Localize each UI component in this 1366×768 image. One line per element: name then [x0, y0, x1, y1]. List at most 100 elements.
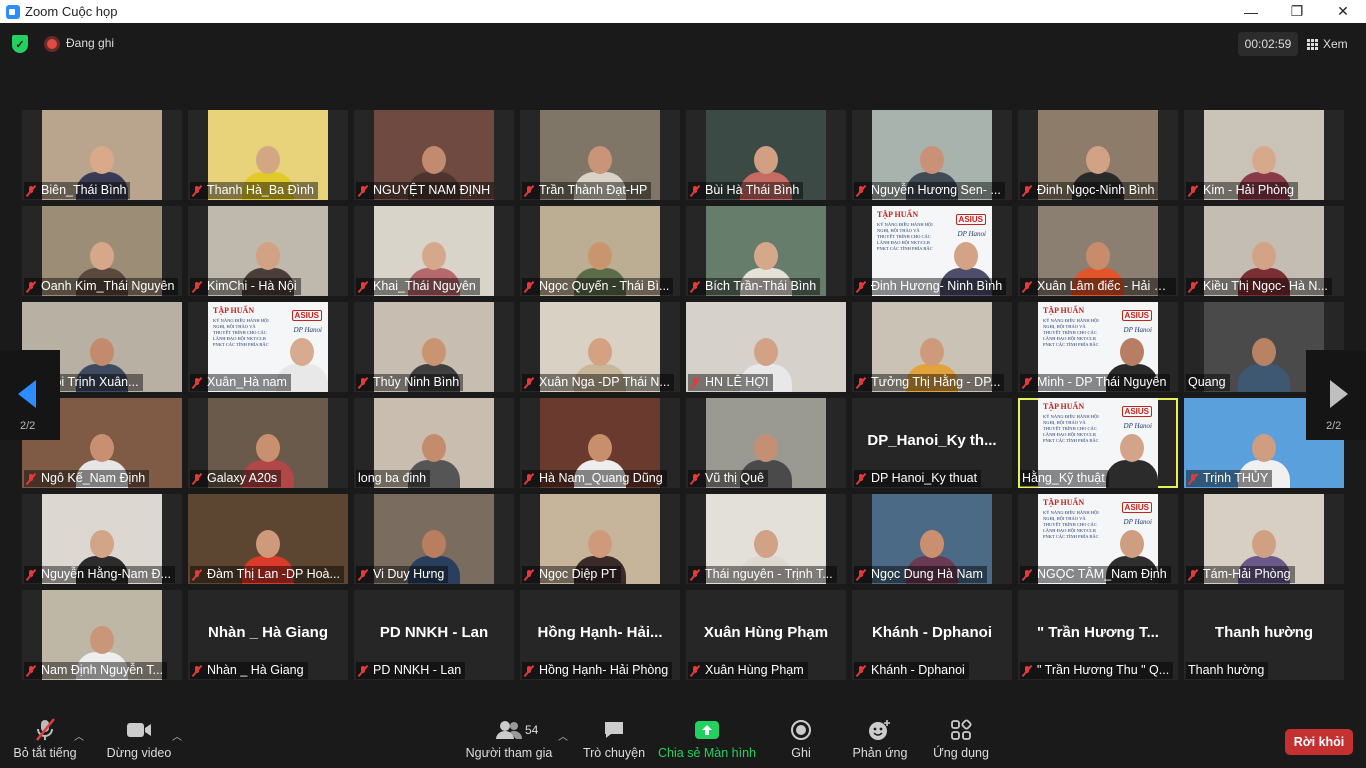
slide-logo: ASIUS: [291, 310, 322, 321]
participant-tile[interactable]: Vi Duy Hưng: [354, 494, 514, 584]
participant-head: [1252, 242, 1276, 270]
participant-tile[interactable]: Ngọc Diệp PT: [520, 494, 680, 584]
record-button[interactable]: Ghi: [786, 718, 816, 766]
restore-button[interactable]: ❐: [1274, 0, 1320, 23]
chat-label: Trò chuyện: [582, 746, 646, 760]
participant-tile[interactable]: Nhàn _ Hà Giang Nhàn _ Hà Giang: [188, 590, 348, 680]
participant-tile[interactable]: Nam Định Nguyễn T...: [22, 590, 182, 680]
recording-label[interactable]: Đang ghi: [66, 36, 114, 50]
participant-tile[interactable]: Nguyễn Hương Sen- ...: [852, 110, 1012, 200]
participant-tile[interactable]: Khai_Thái Nguyên: [354, 206, 514, 296]
participant-tile[interactable]: TẬP HUẤN KỸ NĂNG ĐIỀU HÀNH HỘI NGHỊ, HỘI …: [1018, 302, 1178, 392]
participant-tile[interactable]: Xuân Hùng Phạm Xuân Hùng Phạm: [686, 590, 846, 680]
participants-options-caret-icon[interactable]: ︿: [558, 728, 568, 743]
participant-tile[interactable]: Kiều Thị Ngọc- Hà N...: [1184, 206, 1344, 296]
participant-nametag: Oanh Kim_Thái Nguyên: [24, 278, 179, 295]
participant-tile[interactable]: HN LÊ HỢI: [686, 302, 846, 392]
close-button[interactable]: ✕: [1320, 0, 1366, 23]
participant-nametag: Ngọc Quyến - Thái Bì...: [522, 278, 674, 295]
participant-tile[interactable]: " Trần Hương T... " Trần Hương Thu " Q...: [1018, 590, 1178, 680]
muted-mic-icon: [1188, 569, 1198, 581]
participant-name: Xuân Hùng Phạm: [705, 663, 804, 677]
participant-tile[interactable]: Nguyễn Hằng-Nam Đ...: [22, 494, 182, 584]
minimize-button[interactable]: —: [1228, 0, 1274, 23]
chat-button[interactable]: Trò chuyện: [582, 718, 646, 766]
participant-tile[interactable]: Biên_Thái Bình: [22, 110, 182, 200]
participant-tile[interactable]: PD NNKH - Lan PD NNKH - Lan: [354, 590, 514, 680]
participant-nametag: Thái nguyên - Trịnh T...: [688, 566, 837, 583]
participant-tile[interactable]: Bích Trần-Thái Bình: [686, 206, 846, 296]
audio-options-caret-icon[interactable]: ︿: [74, 728, 84, 743]
participant-head: [920, 338, 944, 366]
participant-name: " Trần Hương Thu " Q...: [1037, 663, 1170, 677]
participant-nametag: Minh - DP Thái Nguyên: [1020, 374, 1171, 391]
participant-tile[interactable]: DP_Hanoi_Ky th... DP Hanoi_Ky thuat: [852, 398, 1012, 488]
participant-tile[interactable]: long ba đinh: [354, 398, 514, 488]
participant-name: Hà Nam_Quang Dũng: [539, 471, 663, 485]
participant-tile[interactable]: Tám-Hải Phòng: [1184, 494, 1344, 584]
participant-tile[interactable]: Đinh Ngọc-Ninh Bình: [1018, 110, 1178, 200]
muted-mic-icon: [358, 569, 368, 581]
participant-tile[interactable]: Galaxy A20s: [188, 398, 348, 488]
participant-tile[interactable]: Thái nguyên - Trịnh T...: [686, 494, 846, 584]
participant-display-name: PD NNKH - Lan: [379, 624, 489, 641]
participant-tile[interactable]: Thủy Ninh Bình: [354, 302, 514, 392]
participant-tile[interactable]: Oanh Kim_Thái Nguyên: [22, 206, 182, 296]
muted-mic-icon: [192, 473, 202, 485]
participant-tile[interactable]: TẬP HUẤN KỸ NĂNG ĐIỀU HÀNH HỘI NGHỊ, HỘI …: [1018, 494, 1178, 584]
video-options-caret-icon[interactable]: ︿: [172, 728, 182, 743]
participant-tile[interactable]: Vũ thị Quê: [686, 398, 846, 488]
participant-tile[interactable]: NGUYỆT NAM ĐỊNH: [354, 110, 514, 200]
stop-video-button[interactable]: Dừng video: [106, 718, 172, 766]
recording-icon[interactable]: [44, 36, 60, 52]
next-page-button[interactable]: 2/2: [1306, 350, 1366, 440]
participant-silhouette: [1234, 332, 1294, 392]
leave-meeting-button[interactable]: Rời khỏi: [1285, 729, 1353, 755]
participant-tile[interactable]: TẬP HUẤN KỸ NĂNG ĐIỀU HÀNH HỘI NGHỊ, HỘI …: [1018, 398, 1178, 488]
record-label: Ghi: [791, 746, 811, 760]
page-indicator-right: 2/2: [1326, 420, 1342, 432]
share-screen-label: Chia sẻ Màn hình: [658, 746, 756, 760]
participant-tile[interactable]: Xuân Nga -DP Thái N...: [520, 302, 680, 392]
participant-tile[interactable]: Khánh - Dphanoi Khánh - Dphanoi: [852, 590, 1012, 680]
muted-mic-icon: [1188, 473, 1198, 485]
participants-button[interactable]: Người tham gia: [466, 718, 552, 766]
participant-tile[interactable]: Kim - Hải Phòng: [1184, 110, 1344, 200]
previous-page-button[interactable]: 2/2: [0, 350, 60, 440]
participant-head: [90, 626, 114, 654]
muted-mic-icon: [192, 185, 202, 197]
participant-tile[interactable]: Trần Thành Đạt-HP: [520, 110, 680, 200]
participant-tile[interactable]: Ngọc Quyến - Thái Bì...: [520, 206, 680, 296]
participant-tile[interactable]: Ngọc Dung Hà Nam: [852, 494, 1012, 584]
participant-tile[interactable]: Xuân Lâm điếc - Hải Phò...: [1018, 206, 1178, 296]
participant-head: [754, 146, 778, 174]
muted-mic-icon: [1022, 185, 1032, 197]
participant-head: [754, 242, 778, 270]
participant-tile[interactable]: Hà Nam_Quang Dũng: [520, 398, 680, 488]
participant-nametag: Hà Nam_Quang Dũng: [522, 470, 667, 487]
participant-tile[interactable]: KimChi - Hà Nội: [188, 206, 348, 296]
participant-tile[interactable]: Thanh Hà_Ba Đình: [188, 110, 348, 200]
participant-tile[interactable]: Tưởng Thị Hằng - DP...: [852, 302, 1012, 392]
participant-tile[interactable]: Bùi Hà Thái Bình: [686, 110, 846, 200]
participant-nametag: Galaxy A20s: [190, 470, 282, 487]
participant-head: [1119, 434, 1144, 462]
participant-tile[interactable]: Đàm Thị Lan -DP Hoà...: [188, 494, 348, 584]
participant-head: [90, 530, 114, 558]
muted-mic-icon: [192, 281, 202, 293]
muted-mic-icon: [358, 185, 368, 197]
slide-body: KỸ NĂNG ĐIỀU HÀNH HỘI NGHỊ, HỘI THẢO VÀ …: [877, 222, 933, 251]
view-button[interactable]: Xem: [1307, 32, 1359, 56]
security-shield-icon[interactable]: ✓: [12, 35, 28, 53]
participant-nametag: Quang: [1186, 374, 1230, 391]
share-screen-button[interactable]: Chia sẻ Màn hình: [658, 718, 756, 766]
participant-tile[interactable]: Thanh hường Thanh hường: [1184, 590, 1344, 680]
unmute-button[interactable]: Bỏ tắt tiếng: [12, 718, 78, 766]
reactions-button[interactable]: Phản ứng: [852, 718, 908, 766]
apps-button[interactable]: Ứng dụng: [932, 718, 990, 766]
participant-tile[interactable]: TẬP HUẤN KỸ NĂNG ĐIỀU HÀNH HỘI NGHỊ, HỘI …: [852, 206, 1012, 296]
participant-tile[interactable]: Hồng Hạnh- Hải... Hồng Hạnh- Hải Phòng: [520, 590, 680, 680]
participant-nametag: Hồng Hạnh- Hải Phòng: [522, 662, 673, 679]
participant-tile[interactable]: TẬP HUẤN KỸ NĂNG ĐIỀU HÀNH HỘI NGHỊ, HỘI …: [188, 302, 348, 392]
muted-mic-icon: [1188, 281, 1198, 293]
